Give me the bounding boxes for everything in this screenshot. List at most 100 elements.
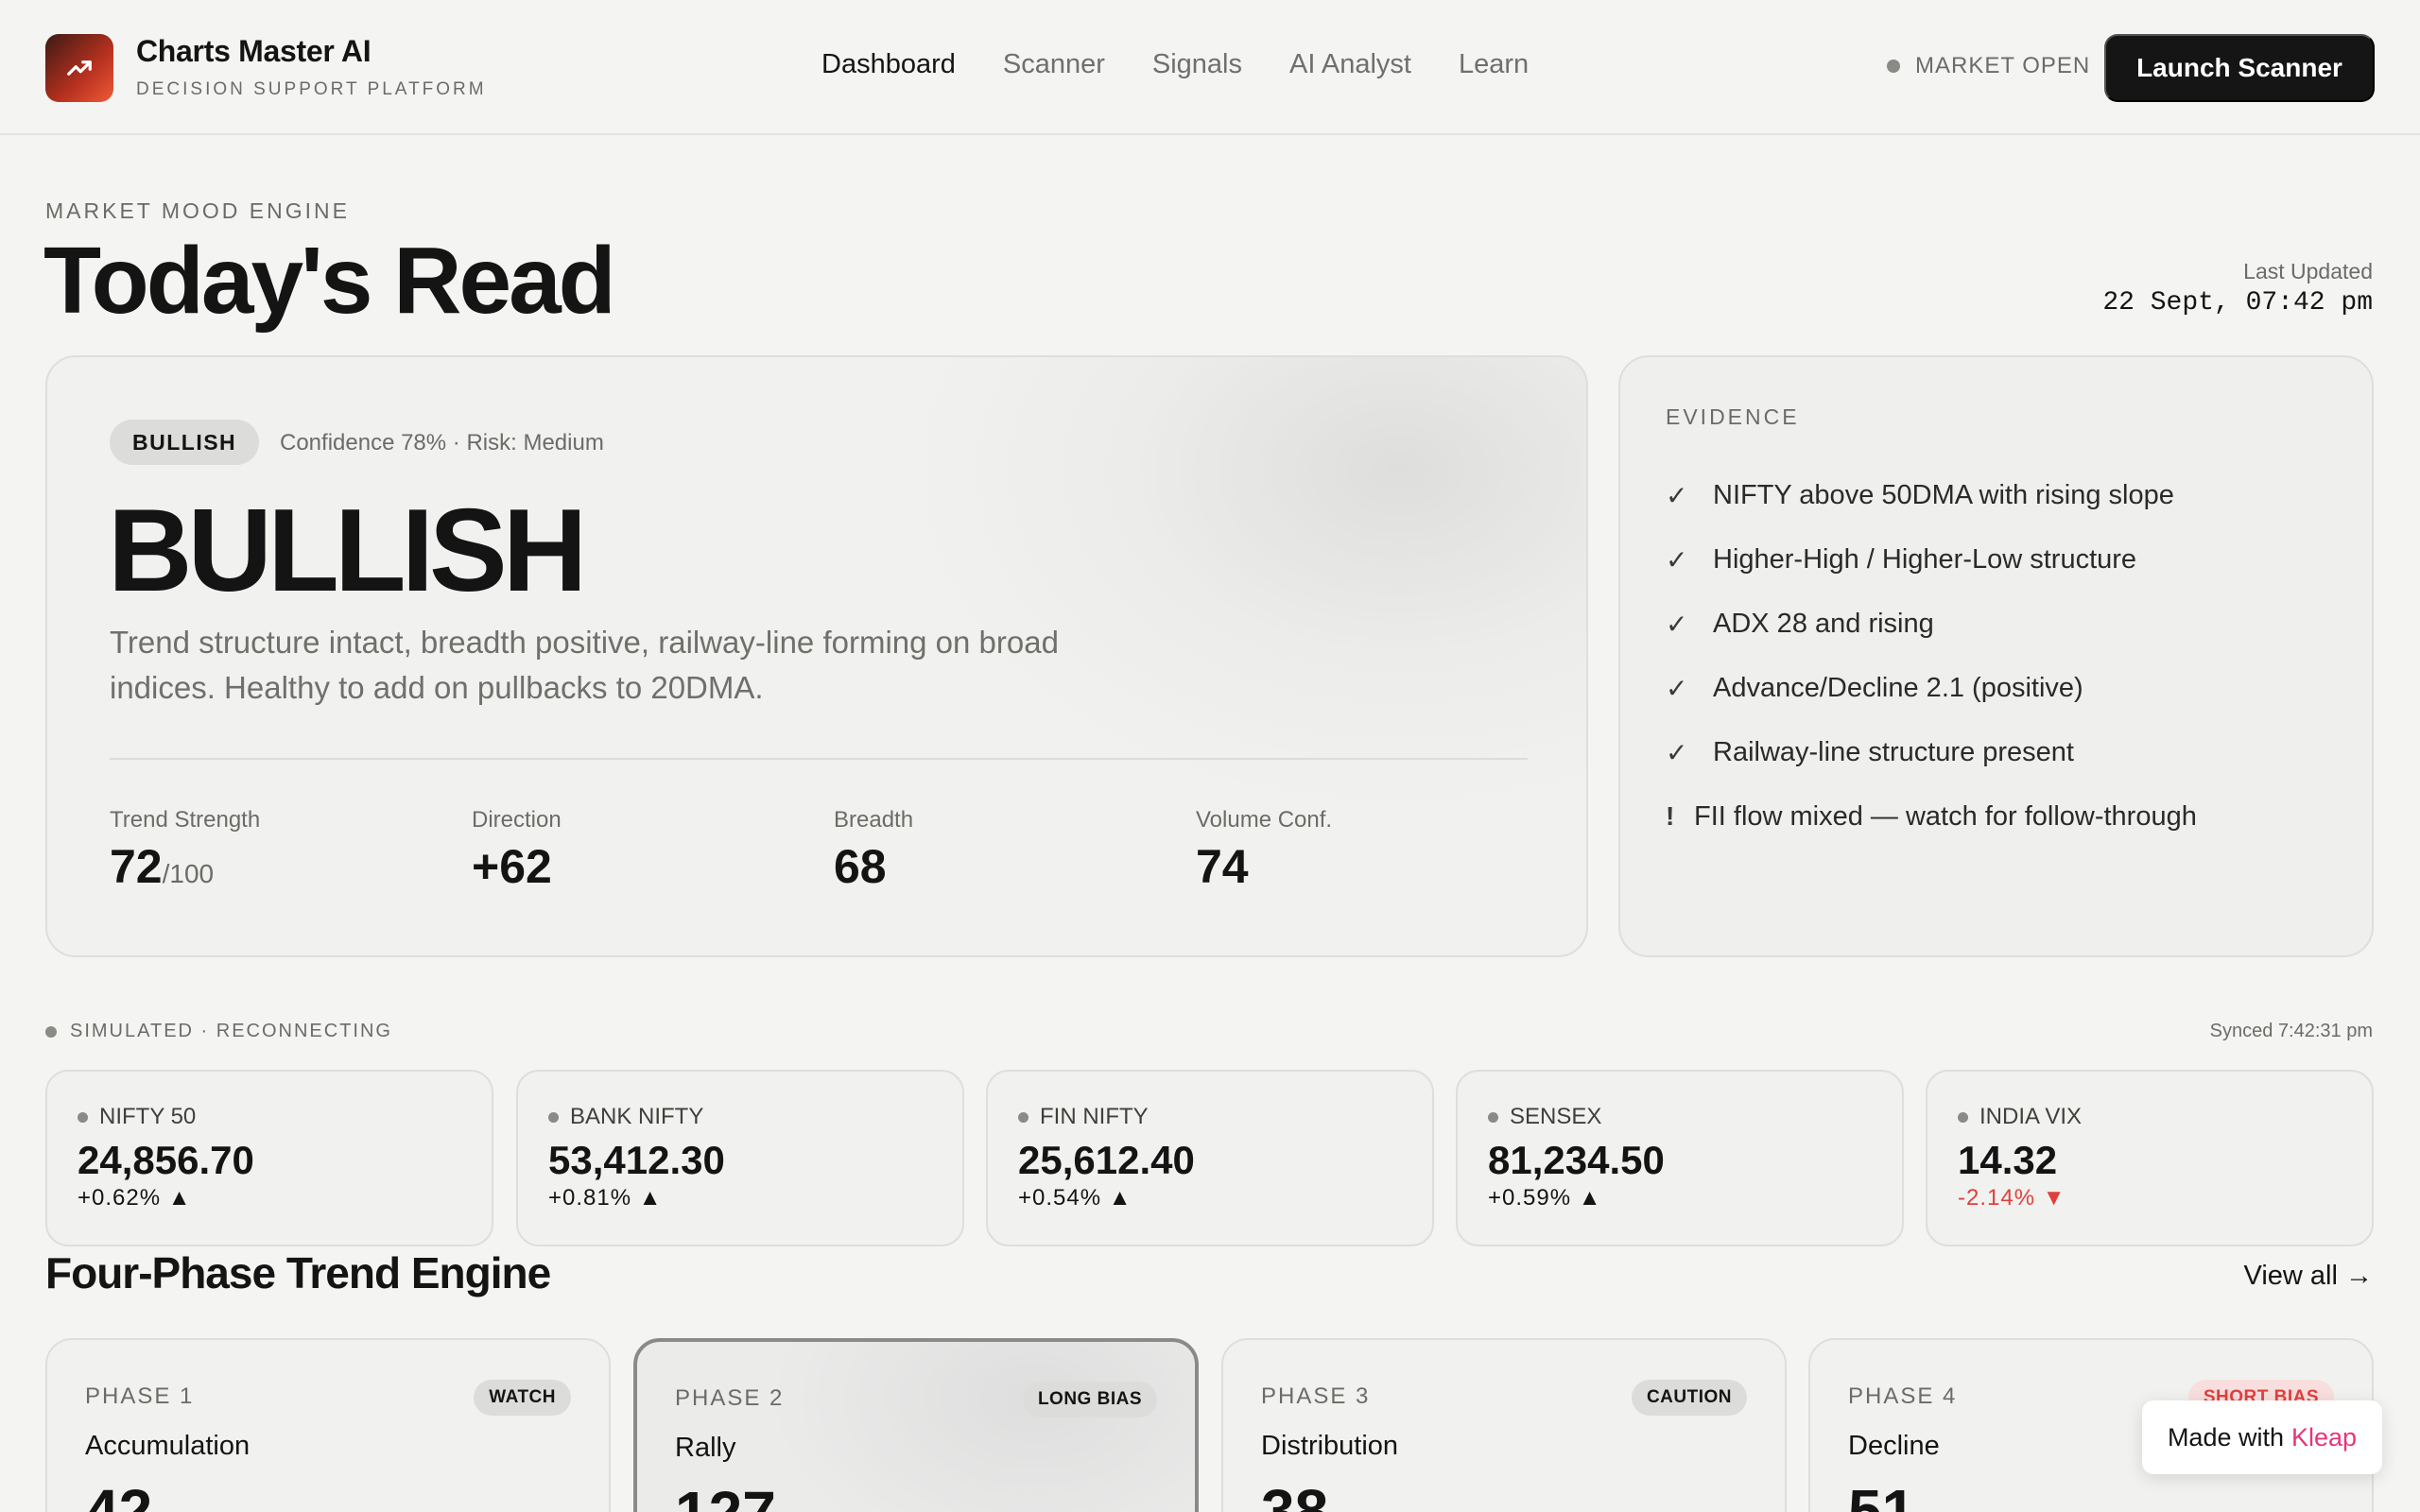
- check-icon: ✓: [1666, 544, 1688, 575]
- synced-timestamp: Synced 7:42:31 pm: [2209, 1021, 2373, 1041]
- made-with-kleap-badge[interactable]: Made with Kleap: [2142, 1400, 2382, 1474]
- status-dot-icon: [1958, 1111, 1968, 1123]
- evidence-list: ✓ NIFTY above 50DMA with rising slope ✓ …: [1666, 463, 2197, 849]
- phase-badge: WATCH: [474, 1380, 571, 1416]
- metric-suffix: /100: [162, 859, 215, 888]
- phase-count: 127: [675, 1478, 776, 1512]
- metric-value: 68: [834, 840, 887, 893]
- metric-number: 72: [110, 840, 163, 893]
- ticker-card-fin-nifty[interactable]: FIN NIFTY 25,612.40 +0.54% ▲: [986, 1070, 1434, 1246]
- evidence-item-warning: ! FII flow mixed — watch for follow-thro…: [1666, 784, 2197, 849]
- evidence-item: ✓ ADX 28 and rising: [1666, 592, 2197, 656]
- phase-name: Decline: [1848, 1431, 1940, 1461]
- market-status-label: MARKET OPEN: [1915, 53, 2091, 78]
- metric-value: 74: [1196, 840, 1249, 893]
- ticker-card-india-vix[interactable]: INDIA VIX 14.32 -2.14% ▼: [1926, 1070, 2374, 1246]
- phase-name: Accumulation: [85, 1431, 251, 1461]
- confidence-risk-meta: Confidence 78% · Risk: Medium: [280, 430, 604, 455]
- check-icon: ✓: [1666, 673, 1688, 703]
- launch-scanner-button[interactable]: Launch Scanner: [2104, 34, 2375, 102]
- phase-badge: LONG BIAS: [1022, 1382, 1157, 1418]
- ticker-name: INDIA VIX: [1958, 1104, 2082, 1130]
- ticker-change: +0.59% ▲: [1488, 1185, 1602, 1211]
- ticker-value: 14.32: [1958, 1138, 2058, 1182]
- main-nav: Dashboard Scanner Signals AI Analyst Lea…: [821, 49, 1529, 80]
- phase-count: 38: [1261, 1477, 1329, 1512]
- brand-name: Charts Master AI: [136, 34, 372, 68]
- nav-item-learn[interactable]: Learn: [1459, 49, 1529, 80]
- ticker-card-bank-nifty[interactable]: BANK NIFTY 53,412.30 +0.81% ▲: [516, 1070, 964, 1246]
- status-dot-icon: [78, 1111, 88, 1123]
- metric-value: 72/100: [110, 839, 260, 894]
- ticker-label: SENSEX: [1510, 1104, 1602, 1129]
- last-updated-value: 22 Sept, 07:42 pm: [2102, 288, 2373, 318]
- ticker-change: +0.54% ▲: [1018, 1185, 1132, 1211]
- ticker-card-sensex[interactable]: SENSEX 81,234.50 +0.59% ▲: [1456, 1070, 1904, 1246]
- last-updated-label: Last Updated: [2243, 259, 2373, 284]
- check-icon: ✓: [1666, 737, 1688, 767]
- metric-volume-conf: Volume Conf. 74: [1196, 807, 1332, 894]
- brand-logo[interactable]: [45, 34, 113, 102]
- phase-name: Distribution: [1261, 1431, 1399, 1461]
- ticker-label: INDIA VIX: [1979, 1104, 2083, 1129]
- phase-card-accumulation[interactable]: PHASE 1 WATCH Accumulation 42: [45, 1338, 611, 1512]
- ticker-value: 53,412.30: [548, 1138, 725, 1182]
- evidence-text: Higher-High / Higher-Low structure: [1713, 543, 2137, 575]
- ticker-name: BANK NIFTY: [548, 1104, 703, 1130]
- ticker-value: 81,234.50: [1488, 1138, 1665, 1182]
- phase-name: Rally: [675, 1433, 736, 1463]
- metric-value: +62: [472, 840, 552, 893]
- phase-card-rally[interactable]: PHASE 2 LONG BIAS Rally 127: [633, 1338, 1199, 1512]
- mood-description: Trend structure intact, breadth positive…: [110, 625, 1059, 705]
- ticker-name: FIN NIFTY: [1018, 1104, 1149, 1130]
- evidence-text: Railway-line structure present: [1713, 736, 2074, 767]
- status-dot-icon: [1488, 1111, 1498, 1123]
- mood-badge: BULLISH: [110, 420, 260, 465]
- nav-item-scanner[interactable]: Scanner: [1003, 49, 1105, 80]
- top-navigation-bar: Charts Master AI DECISION SUPPORT PLATFO…: [0, 0, 2420, 135]
- metric-label: Volume Conf.: [1196, 807, 1333, 833]
- evidence-text: FII flow mixed — watch for follow-throug…: [1694, 800, 2197, 832]
- phase-badge: CAUTION: [1631, 1380, 1747, 1416]
- view-all-link[interactable]: View all →: [2244, 1261, 2373, 1292]
- ticker-card-nifty-50[interactable]: NIFTY 50 24,856.70 +0.62% ▲: [45, 1070, 493, 1246]
- phase-label: PHASE 3: [1261, 1383, 1371, 1409]
- kleap-brand: Kleap: [2291, 1422, 2358, 1452]
- metric-direction: Direction +62: [472, 807, 562, 894]
- divider: [110, 758, 1528, 760]
- feed-status: SIMULATED · RECONNECTING: [45, 1021, 392, 1042]
- evidence-title: EVIDENCE: [1666, 404, 1800, 429]
- metric-label: Trend Strength: [110, 807, 261, 833]
- status-dot-icon: [45, 1025, 57, 1038]
- section-title: Four-Phase Trend Engine: [45, 1248, 551, 1297]
- evidence-card: EVIDENCE ✓ NIFTY above 50DMA with rising…: [1618, 355, 2374, 957]
- page-title: Today's Read: [43, 228, 616, 334]
- evidence-item: ✓ NIFTY above 50DMA with rising slope: [1666, 463, 2197, 527]
- ticker-value: 25,612.40: [1018, 1138, 1195, 1182]
- ticker-change: +0.62% ▲: [78, 1185, 192, 1211]
- mood-headline: BULLISH: [108, 486, 587, 616]
- status-dot-icon: [1018, 1111, 1028, 1123]
- section-eyebrow: MARKET MOOD ENGINE: [45, 198, 350, 223]
- phase-label: PHASE 1: [85, 1383, 195, 1409]
- trending-up-icon: [67, 60, 92, 76]
- ticker-label: FIN NIFTY: [1040, 1104, 1149, 1129]
- nav-item-dashboard[interactable]: Dashboard: [821, 49, 956, 80]
- brand-tagline: DECISION SUPPORT PLATFORM: [136, 79, 487, 99]
- evidence-text: NIFTY above 50DMA with rising slope: [1713, 479, 2174, 510]
- nav-item-ai-analyst[interactable]: AI Analyst: [1289, 49, 1411, 80]
- metric-label: Direction: [472, 807, 562, 833]
- ticker-name: NIFTY 50: [78, 1104, 196, 1130]
- phase-label: PHASE 4: [1848, 1383, 1958, 1409]
- nav-item-signals[interactable]: Signals: [1152, 49, 1242, 80]
- metric-trend-strength: Trend Strength 72/100: [110, 807, 260, 894]
- kleap-prefix: Made with: [2167, 1422, 2284, 1452]
- evidence-text: Advance/Decline 2.1 (positive): [1713, 672, 2083, 703]
- phase-label: PHASE 2: [675, 1385, 785, 1411]
- ticker-change: +0.81% ▲: [548, 1185, 663, 1211]
- evidence-item: ✓ Higher-High / Higher-Low structure: [1666, 527, 2197, 592]
- metric-label: Breadth: [834, 807, 914, 833]
- ticker-label: NIFTY 50: [99, 1104, 197, 1129]
- phase-card-distribution[interactable]: PHASE 3 CAUTION Distribution 38: [1221, 1338, 1787, 1512]
- phase-count: 51: [1848, 1477, 1916, 1512]
